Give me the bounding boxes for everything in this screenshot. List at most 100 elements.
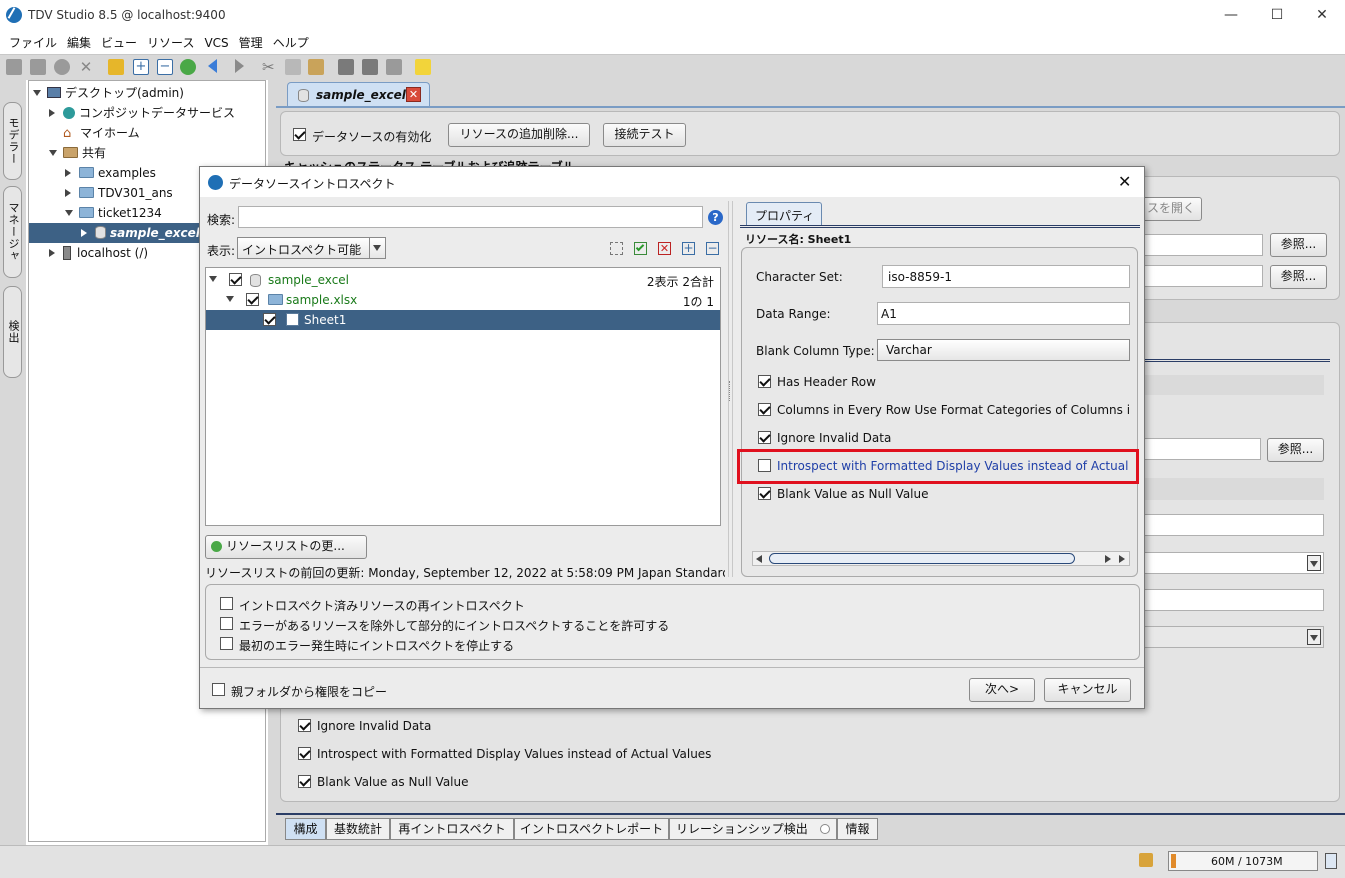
properties-tab[interactable]: プロパティ [746,202,822,226]
tab-introspect-report[interactable]: イントロスペクトレポート [514,818,669,840]
close-tab-icon[interactable]: ✕ [406,87,421,102]
tab-config[interactable]: 構成 [285,818,326,840]
maximize-button[interactable]: ☐ [1254,4,1300,26]
document-icon[interactable] [386,59,402,75]
cancel-button[interactable]: キャンセル [1044,678,1131,702]
chevron-down-icon[interactable] [369,238,385,258]
display-select[interactable]: イントロスペクト可能 [237,237,386,259]
tab-discovery[interactable]: 検出 [3,286,22,378]
add-remove-resources-button[interactable]: リソースの追加削除... [448,123,590,147]
chevron-down-icon[interactable] [1307,629,1321,645]
menu-resource[interactable]: リソース [142,32,199,51]
scrollbar-thumb[interactable] [769,553,1075,564]
ignore-invalid-checkbox[interactable] [758,431,771,444]
open-status-button[interactable]: スを開く [1140,197,1202,221]
data-range-input[interactable]: A1 [877,302,1130,325]
expand-triangle-icon[interactable] [49,249,55,257]
tree-item-examples[interactable]: examples [65,163,156,183]
collapse-triangle-icon[interactable] [49,150,57,156]
tab-reintrospect[interactable]: 再イントロスペクト [390,818,514,840]
open-icon[interactable] [6,59,22,75]
forward-icon[interactable] [235,59,244,73]
close-button[interactable]: ✕ [1299,4,1345,26]
tree-item-composite[interactable]: コンポジットデータサービス [49,103,235,123]
tree-item-desktop[interactable]: デスクトップ(admin) [33,83,184,103]
scroll-right-icon[interactable] [1105,555,1111,563]
delete-icon[interactable]: ✕ [78,59,94,75]
charset-input[interactable]: iso-8859-1 [882,265,1130,288]
horizontal-scrollbar[interactable] [752,551,1130,566]
tree-item-tdv301[interactable]: TDV301_ans [65,183,173,203]
expand-triangle-icon[interactable] [65,189,71,197]
scroll-right-icon[interactable] [1119,555,1125,563]
gc-icon[interactable] [1325,853,1337,869]
has-header-checkbox[interactable] [758,375,771,388]
resource-row[interactable]: sample.xlsx 1の 1 [206,290,720,310]
settings-field[interactable] [1140,589,1324,611]
partial-introspect-checkbox[interactable] [220,617,233,630]
browse-button[interactable]: 参照... [1267,438,1324,462]
tree-item-ticket1234[interactable]: ticket1234 [65,203,162,223]
next-button[interactable]: 次へ> [969,678,1035,702]
settings-select[interactable] [1140,552,1324,574]
paste-icon[interactable] [308,59,324,75]
blank-null-checkbox[interactable] [298,775,311,788]
link-icon[interactable] [108,59,124,75]
tree-item-localhost[interactable]: localhost (/) [49,243,148,263]
editor-tab-sample-excel[interactable]: sample_excel ✕ [287,82,430,108]
menu-file[interactable]: ファイル [0,32,62,51]
status-table-field[interactable] [1140,234,1263,256]
expand-triangle-icon[interactable] [81,229,87,237]
stop-on-error-checkbox[interactable] [220,637,233,650]
ignore-invalid-checkbox[interactable] [298,719,311,732]
tab-relationship-discovery[interactable]: リレーションシップ検出 [669,818,837,840]
collapse-triangle-icon[interactable] [33,90,41,96]
collapse-triangle-icon[interactable] [226,296,234,302]
resource-checkbox[interactable] [229,273,242,286]
check-all-icon[interactable] [634,242,647,255]
blank-column-type-select[interactable]: Varchar [877,339,1130,361]
tracking-table-field[interactable] [1140,265,1263,287]
memory-indicator[interactable]: 60M / 1073M [1168,851,1318,871]
refresh-icon[interactable] [54,59,70,75]
browse-button[interactable]: 参照... [1270,265,1327,289]
browse-button[interactable]: 参照... [1270,233,1327,257]
resource-checkbox[interactable] [263,313,276,326]
settings-field[interactable] [1140,514,1324,536]
save-icon[interactable] [30,59,46,75]
introspect-formatted-checkbox[interactable] [298,747,311,760]
find-icon[interactable] [338,59,354,75]
cut-icon[interactable]: ✂ [262,59,278,75]
settings-select[interactable] [1140,626,1324,648]
back-icon[interactable] [208,59,217,73]
blank-null-checkbox[interactable] [758,487,771,500]
resource-row[interactable]: sample_excel 2表示 2合計 [206,270,720,290]
menu-vcs[interactable]: VCS [199,34,233,50]
note-icon[interactable] [415,59,431,75]
tab-manager[interactable]: マネージャ [3,186,22,278]
collapse-all-icon[interactable]: − [706,242,719,255]
collapse-icon[interactable]: − [157,59,173,75]
menu-view[interactable]: ビュー [96,32,142,51]
copy-icon[interactable] [285,59,301,75]
expand-icon[interactable]: + [133,59,149,75]
resource-checkbox[interactable] [246,293,259,306]
collapse-triangle-icon[interactable] [65,210,73,216]
refresh-list-button[interactable]: リソースリストの更... [205,535,367,559]
file-path-field[interactable] [1140,438,1261,460]
expand-all-icon[interactable]: + [682,242,695,255]
dialog-close-button[interactable]: ✕ [1118,172,1131,191]
test-connection-button[interactable]: 接続テスト [603,123,686,147]
collapse-triangle-icon[interactable] [209,276,217,282]
columns-every-row-checkbox[interactable] [758,403,771,416]
find-next-icon[interactable] [362,59,378,75]
expand-triangle-icon[interactable] [49,109,55,117]
scroll-left-icon[interactable] [756,555,762,563]
uncheck-all-icon[interactable]: ✕ [658,242,671,255]
tab-modeler[interactable]: モデラー [3,102,22,180]
expand-triangle-icon[interactable] [65,169,71,177]
search-input[interactable] [238,206,703,228]
menu-help[interactable]: ヘルプ [268,32,314,51]
tree-item-myhome[interactable]: ⌂ マイホーム [63,123,140,143]
menu-admin[interactable]: 管理 [234,32,268,51]
